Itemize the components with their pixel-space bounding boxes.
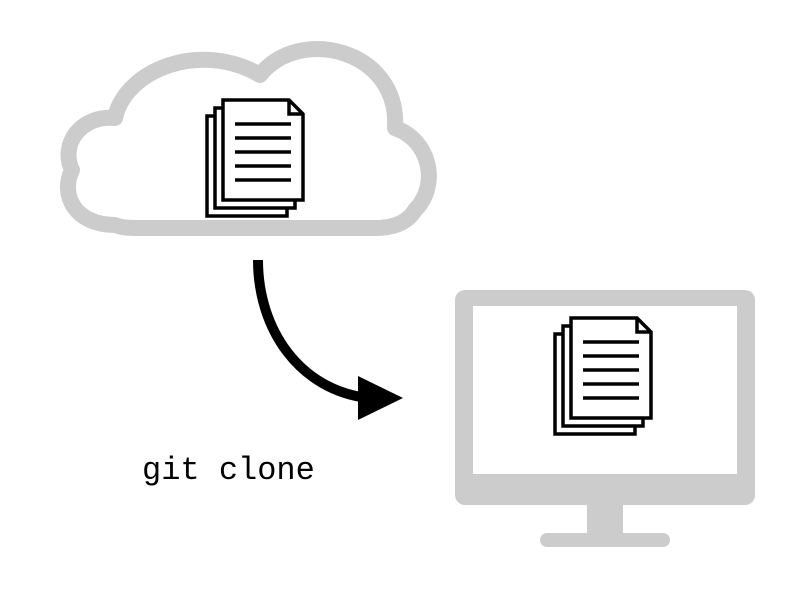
documents-icon-cloud — [207, 100, 303, 216]
git-clone-diagram — [0, 0, 800, 600]
command-label: git clone — [142, 452, 315, 489]
documents-icon-monitor — [555, 318, 651, 434]
arrow-icon — [258, 260, 403, 420]
